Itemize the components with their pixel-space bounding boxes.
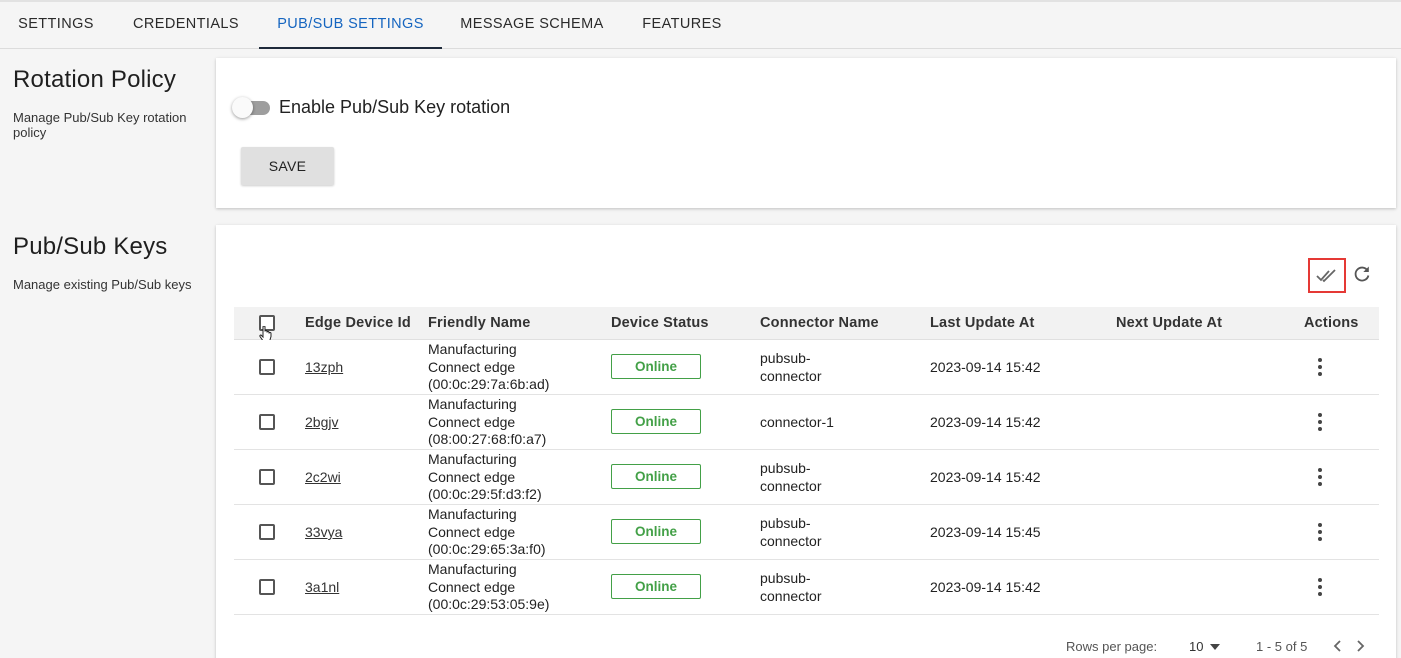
more-vert-icon[interactable] [1312, 357, 1328, 377]
friendly-name: Manufacturing Connect edge (08:00:27:68:f0… [428, 396, 547, 447]
friendly-name: Manufacturing Connect edge (00:0c:29:5f:d3… [428, 451, 542, 502]
status-badge: Online [611, 464, 701, 489]
rotation-policy-card [216, 58, 1396, 208]
column-header-edge-device-id: Edge Device Id [305, 315, 411, 331]
status-badge: Online [611, 519, 701, 544]
connector-name: pubsub-connector [760, 350, 822, 384]
edge-device-id-link[interactable]: 3a1nl [305, 579, 339, 595]
rows-per-page-select[interactable]: 10 [1189, 639, 1220, 654]
table-row: 3a1nl Manufacturing Connect edge (00:0c:29… [234, 560, 1379, 615]
chevron-right-icon[interactable] [1353, 639, 1367, 653]
rows-per-page-value: 10 [1189, 639, 1204, 654]
edge-device-id-link[interactable]: 2bgjv [305, 414, 338, 430]
rotation-toggle-label: Enable Pub/Sub Key rotation [279, 97, 511, 117]
tab-credentials[interactable]: CREDENTIALS [118, 2, 254, 49]
tab-pubsub-settings[interactable]: PUB/SUB SETTINGS [259, 2, 442, 49]
row-checkbox[interactable] [259, 469, 275, 485]
tab-message-schema[interactable]: MESSAGE SCHEMA [448, 2, 616, 49]
connector-name: connector-1 [760, 414, 834, 430]
row-checkbox[interactable] [259, 359, 275, 375]
edge-device-id-link[interactable]: 33vya [305, 524, 342, 540]
last-update-at: 2023-09-14 15:42 [930, 359, 1041, 375]
connector-name: pubsub-connector [760, 570, 822, 604]
row-checkbox[interactable] [259, 414, 275, 430]
caret-down-icon [1210, 644, 1220, 650]
friendly-name: Manufacturing Connect edge (00:0c:29:53:05… [428, 561, 550, 612]
rotation-policy-description: Manage Pub/Sub Key rotation policy [13, 110, 187, 140]
row-checkbox[interactable] [259, 579, 275, 595]
last-update-at: 2023-09-14 15:45 [930, 524, 1041, 540]
status-badge: Online [611, 354, 701, 379]
more-vert-icon[interactable] [1312, 412, 1328, 432]
table-header: Edge Device Id Friendly Name Device Stat… [234, 307, 1379, 342]
status-badge: Online [611, 409, 701, 434]
column-header-connector-name: Connector Name [760, 315, 879, 331]
tab-bar: SETTINGS CREDENTIALS PUB/SUB SETTINGS ME… [0, 0, 1401, 49]
table-row: 2bgjv Manufacturing Connect edge (08:00:27… [234, 395, 1379, 450]
pubsub-keys-description: Manage existing Pub/Sub keys [13, 277, 192, 292]
connector-name: pubsub-connector [760, 460, 822, 494]
edge-device-id-link[interactable]: 2c2wi [305, 469, 341, 485]
double-check-icon[interactable] [1308, 258, 1346, 293]
column-header-actions: Actions [1304, 315, 1359, 331]
column-header-next-update-at: Next Update At [1116, 315, 1223, 331]
column-header-device-status: Device Status [611, 315, 709, 331]
refresh-icon[interactable] [1352, 264, 1372, 284]
more-vert-icon[interactable] [1312, 577, 1328, 597]
last-update-at: 2023-09-14 15:42 [930, 469, 1041, 485]
tab-features[interactable]: FEATURES [622, 2, 742, 49]
table-row: 13zph Manufacturing Connect edge (00:0c:29… [234, 340, 1379, 395]
last-update-at: 2023-09-14 15:42 [930, 579, 1041, 595]
more-vert-icon[interactable] [1312, 467, 1328, 487]
tab-settings[interactable]: SETTINGS [0, 2, 112, 49]
pubsub-keys-title: Pub/Sub Keys [13, 233, 168, 260]
status-badge: Online [611, 574, 701, 599]
friendly-name: Manufacturing Connect edge (00:0c:29:7a:6b… [428, 341, 550, 392]
connector-name: pubsub-connector [760, 515, 822, 549]
table-row: 2c2wi Manufacturing Connect edge (00:0c:29… [234, 450, 1379, 505]
edge-device-id-link[interactable]: 13zph [305, 359, 343, 375]
rotation-policy-title: Rotation Policy [13, 66, 177, 93]
table-row: 33vya Manufacturing Connect edge (00:0c:29… [234, 505, 1379, 560]
chevron-left-icon[interactable] [1331, 639, 1345, 653]
save-button[interactable]: SAVE [241, 147, 334, 185]
pagination-range: 1 - 5 of 5 [1256, 639, 1308, 654]
column-header-friendly-name: Friendly Name [428, 315, 531, 331]
more-vert-icon[interactable] [1312, 522, 1328, 542]
toggle-thumb [232, 97, 253, 118]
friendly-name: Manufacturing Connect edge (00:0c:29:65:3a… [428, 506, 546, 557]
rotation-toggle[interactable] [232, 96, 272, 118]
last-update-at: 2023-09-14 15:42 [930, 414, 1041, 430]
column-header-last-update-at: Last Update At [930, 315, 1035, 331]
row-checkbox[interactable] [259, 524, 275, 540]
rows-per-page-label: Rows per page: [1066, 639, 1158, 654]
